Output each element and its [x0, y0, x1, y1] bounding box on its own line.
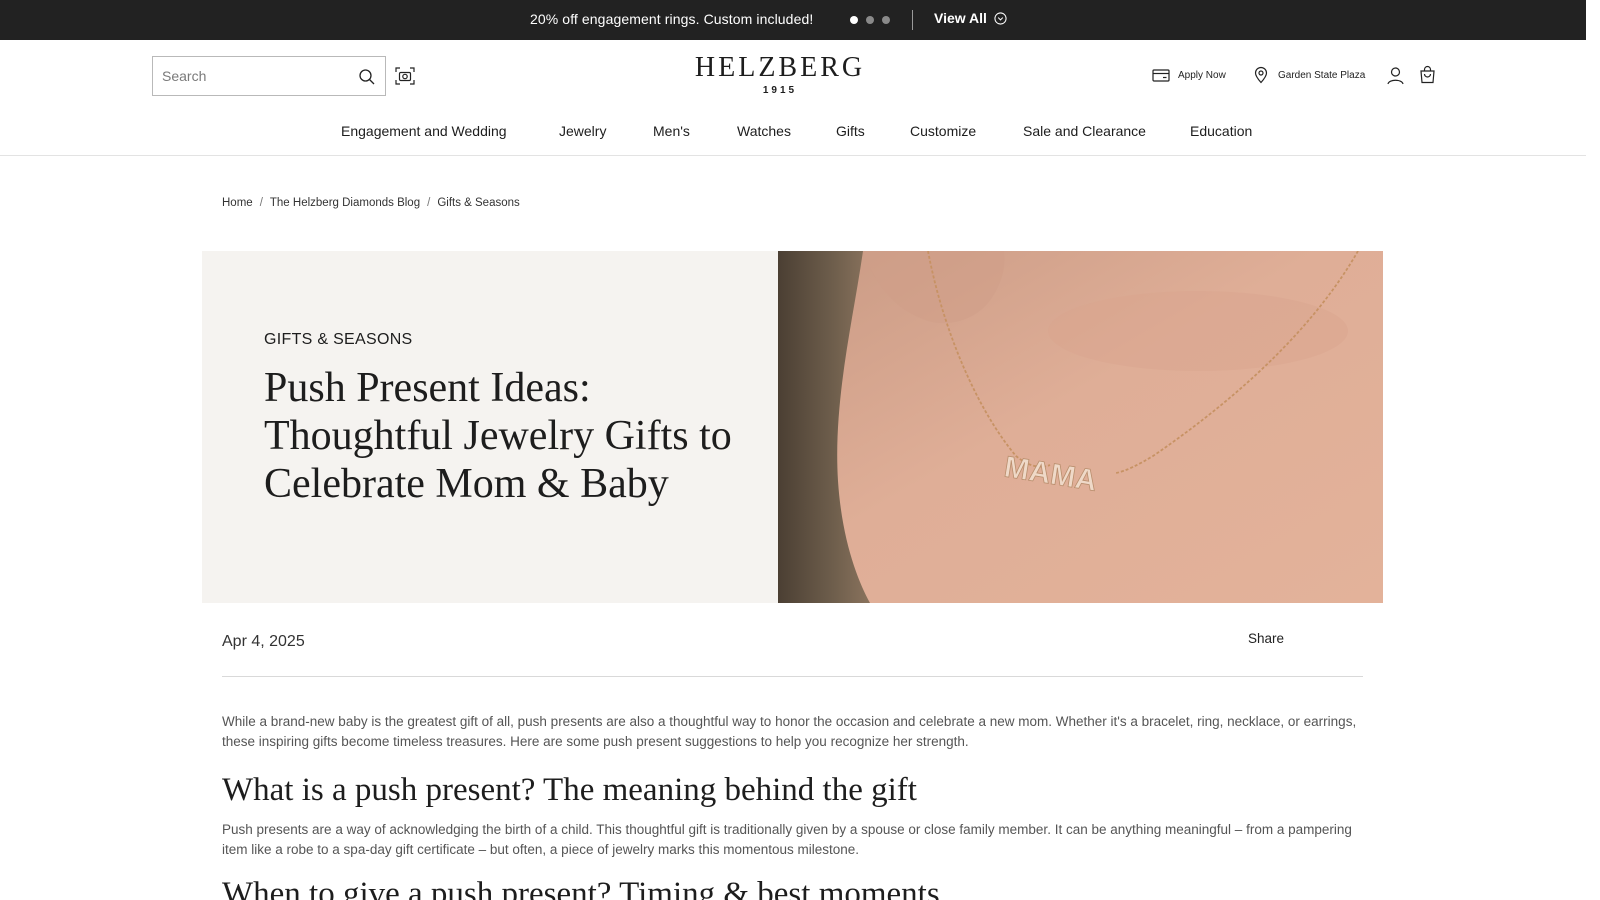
search-icon[interactable] — [358, 68, 376, 86]
promo-bar: 20% off engagement rings. Custom include… — [0, 0, 1586, 40]
nav-item-watches[interactable]: Watches — [737, 123, 791, 139]
article-intro: While a brand-new baby is the greatest g… — [222, 714, 1357, 749]
section-paragraph: Push presents are a way of acknowledging… — [222, 822, 1352, 857]
article-date: Apr 4, 2025 — [222, 633, 305, 650]
divider — [222, 676, 1363, 677]
shopping-bag-icon[interactable] — [1418, 65, 1437, 84]
store-locator-link[interactable]: Garden State Plaza — [1252, 66, 1365, 84]
logo-year: 1915 — [762, 85, 798, 96]
search-input[interactable] — [153, 57, 343, 95]
section-heading: When to give a push present? Timing & be… — [222, 876, 940, 900]
search-field — [152, 56, 386, 96]
store-name-label: Garden State Plaza — [1278, 69, 1366, 81]
breadcrumb: Home / The Helzberg Diamonds Blog / Gift… — [222, 197, 520, 209]
promo-divider — [912, 10, 913, 30]
breadcrumb-blog[interactable]: The Helzberg Diamonds Blog — [270, 197, 420, 209]
hero-text-panel: GIFTS & SEASONS Push Present Ideas: Thou… — [202, 251, 778, 603]
helzberg-logo[interactable]: HELZBERG 1915 — [680, 52, 880, 97]
nav-item-engagement-wedding[interactable]: Engagement and Wedding — [341, 123, 507, 139]
nav-item-mens[interactable]: Men's — [653, 123, 690, 139]
nav-item-sale-clearance[interactable]: Sale and Clearance — [1023, 123, 1146, 139]
breadcrumb-gifts-seasons[interactable]: Gifts & Seasons — [437, 197, 519, 209]
view-all-link[interactable]: View All — [934, 10, 1007, 26]
breadcrumb-home[interactable]: Home — [222, 197, 253, 209]
view-all-label: View All — [934, 10, 987, 26]
carousel-dot-3[interactable] — [882, 16, 890, 24]
breadcrumb-separator: / — [427, 197, 431, 209]
hero-category-label: GIFTS & SEASONS — [264, 331, 413, 348]
nav-item-customize[interactable]: Customize — [910, 123, 976, 139]
camera-search-icon[interactable] — [395, 66, 415, 86]
chevron-down-circle-icon — [994, 11, 1007, 25]
hero-image-mama-necklace: MAMA — [778, 251, 1383, 603]
nav-item-education[interactable]: Education — [1190, 123, 1252, 139]
promo-text[interactable]: 20% off engagement rings. Custom include… — [530, 11, 813, 27]
main-nav: Engagement and Wedding Jewelry Men's Wat… — [0, 116, 1586, 156]
carousel-dot-2[interactable] — [866, 16, 874, 24]
nav-item-jewelry[interactable]: Jewelry — [559, 123, 606, 139]
apply-now-link[interactable]: Apply Now — [1152, 66, 1226, 84]
apply-now-label: Apply Now — [1178, 69, 1226, 81]
account-icon[interactable] — [1386, 66, 1405, 85]
credit-card-icon — [1152, 69, 1170, 82]
promo-carousel-dots — [850, 16, 890, 24]
carousel-dot-1[interactable] — [850, 16, 858, 24]
section-heading: What is a push present? The meaning behi… — [222, 772, 917, 808]
logo-wordmark: HELZBERG — [694, 52, 866, 83]
location-pin-icon — [1254, 66, 1268, 84]
nav-item-gifts[interactable]: Gifts — [836, 123, 865, 139]
breadcrumb-separator: / — [259, 197, 263, 209]
necklace-photo: MAMA — [778, 251, 1383, 603]
page-title: Push Present Ideas: Thoughtful Jewelry G… — [264, 365, 732, 507]
share-button[interactable]: Share — [1248, 631, 1284, 646]
